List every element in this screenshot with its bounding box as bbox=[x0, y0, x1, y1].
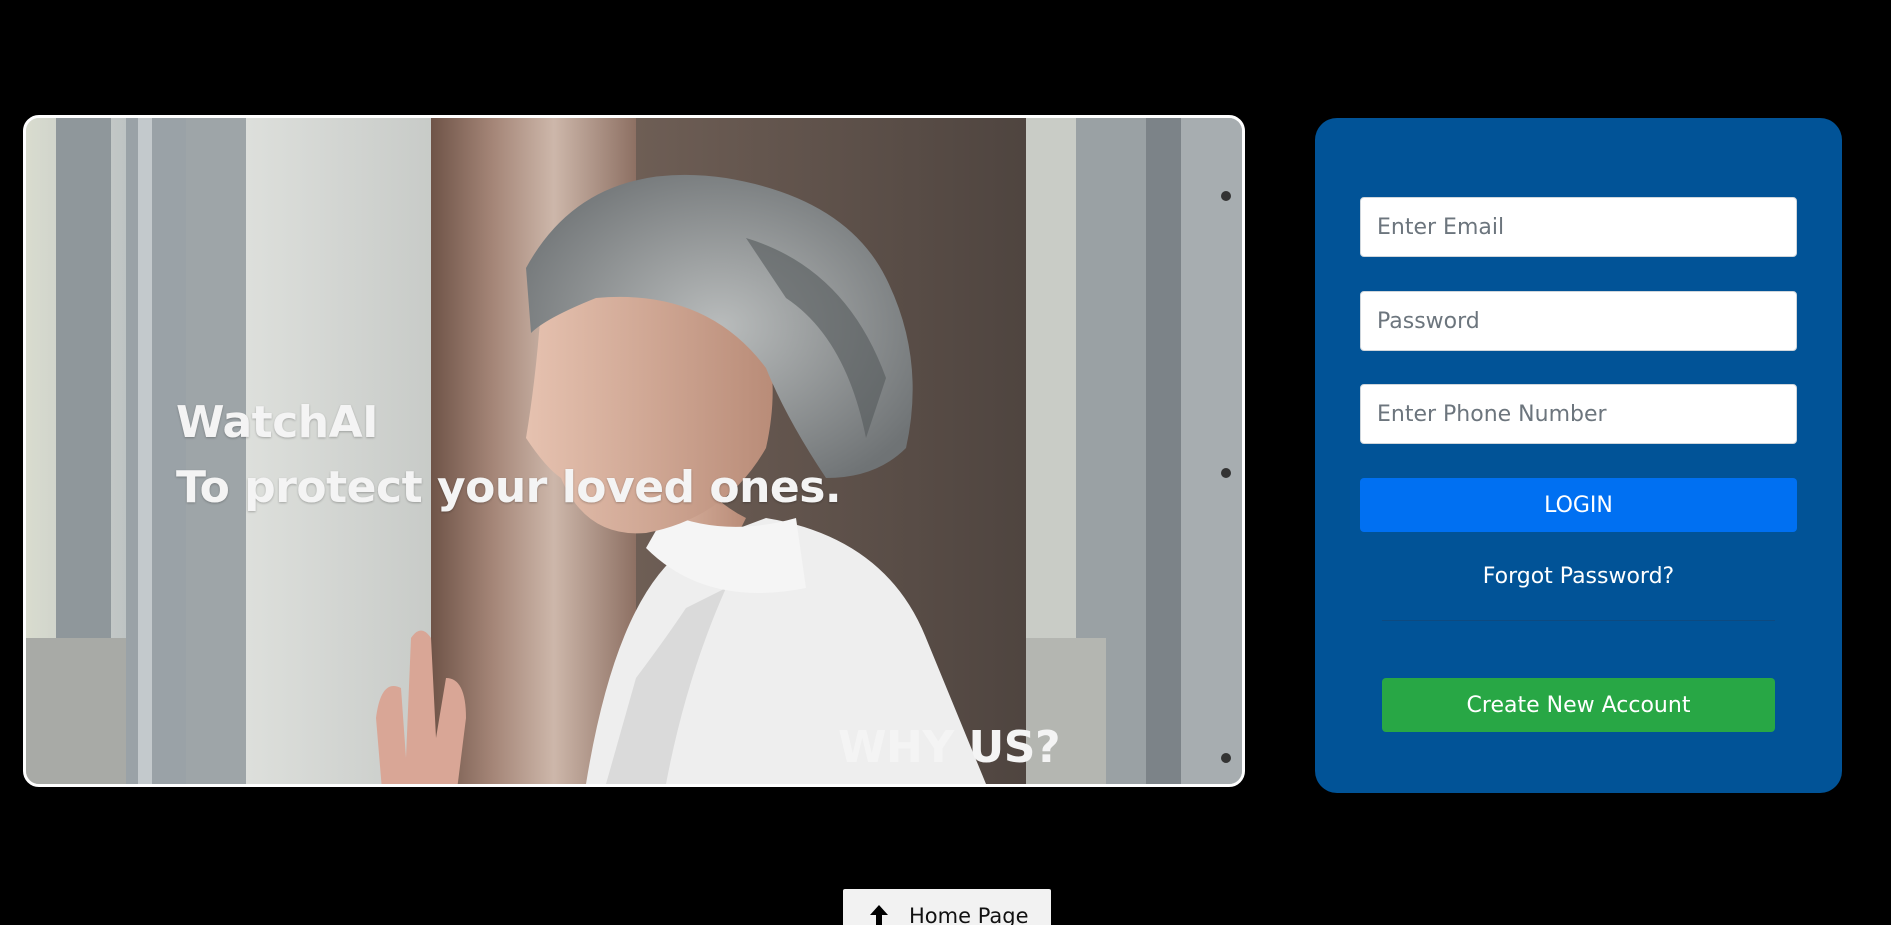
home-page-label: Home Page bbox=[909, 904, 1029, 925]
login-panel: LOGIN Forgot Password? Create New Accoun… bbox=[1315, 118, 1842, 793]
brand-title: WatchAI bbox=[176, 397, 379, 448]
create-account-button[interactable]: Create New Account bbox=[1382, 678, 1775, 732]
divider bbox=[1382, 620, 1775, 621]
hero-text: WatchAI To protect your loved ones. bbox=[176, 393, 842, 523]
hero-banner: WatchAI To protect your loved ones. WHY … bbox=[23, 115, 1245, 787]
email-input[interactable] bbox=[1360, 197, 1797, 257]
home-page-button[interactable]: Home Page bbox=[843, 889, 1051, 925]
why-us-link[interactable]: WHY US? bbox=[838, 718, 1060, 778]
forgot-password-link[interactable]: Forgot Password? bbox=[1315, 564, 1842, 589]
login-page: WatchAI To protect your loved ones. WHY … bbox=[0, 0, 1891, 925]
arrow-up-icon bbox=[870, 905, 888, 925]
password-input[interactable] bbox=[1360, 291, 1797, 351]
phone-input[interactable] bbox=[1360, 384, 1797, 444]
hero-tagline: To protect your loved ones. bbox=[176, 462, 842, 513]
login-button[interactable]: LOGIN bbox=[1360, 478, 1797, 532]
